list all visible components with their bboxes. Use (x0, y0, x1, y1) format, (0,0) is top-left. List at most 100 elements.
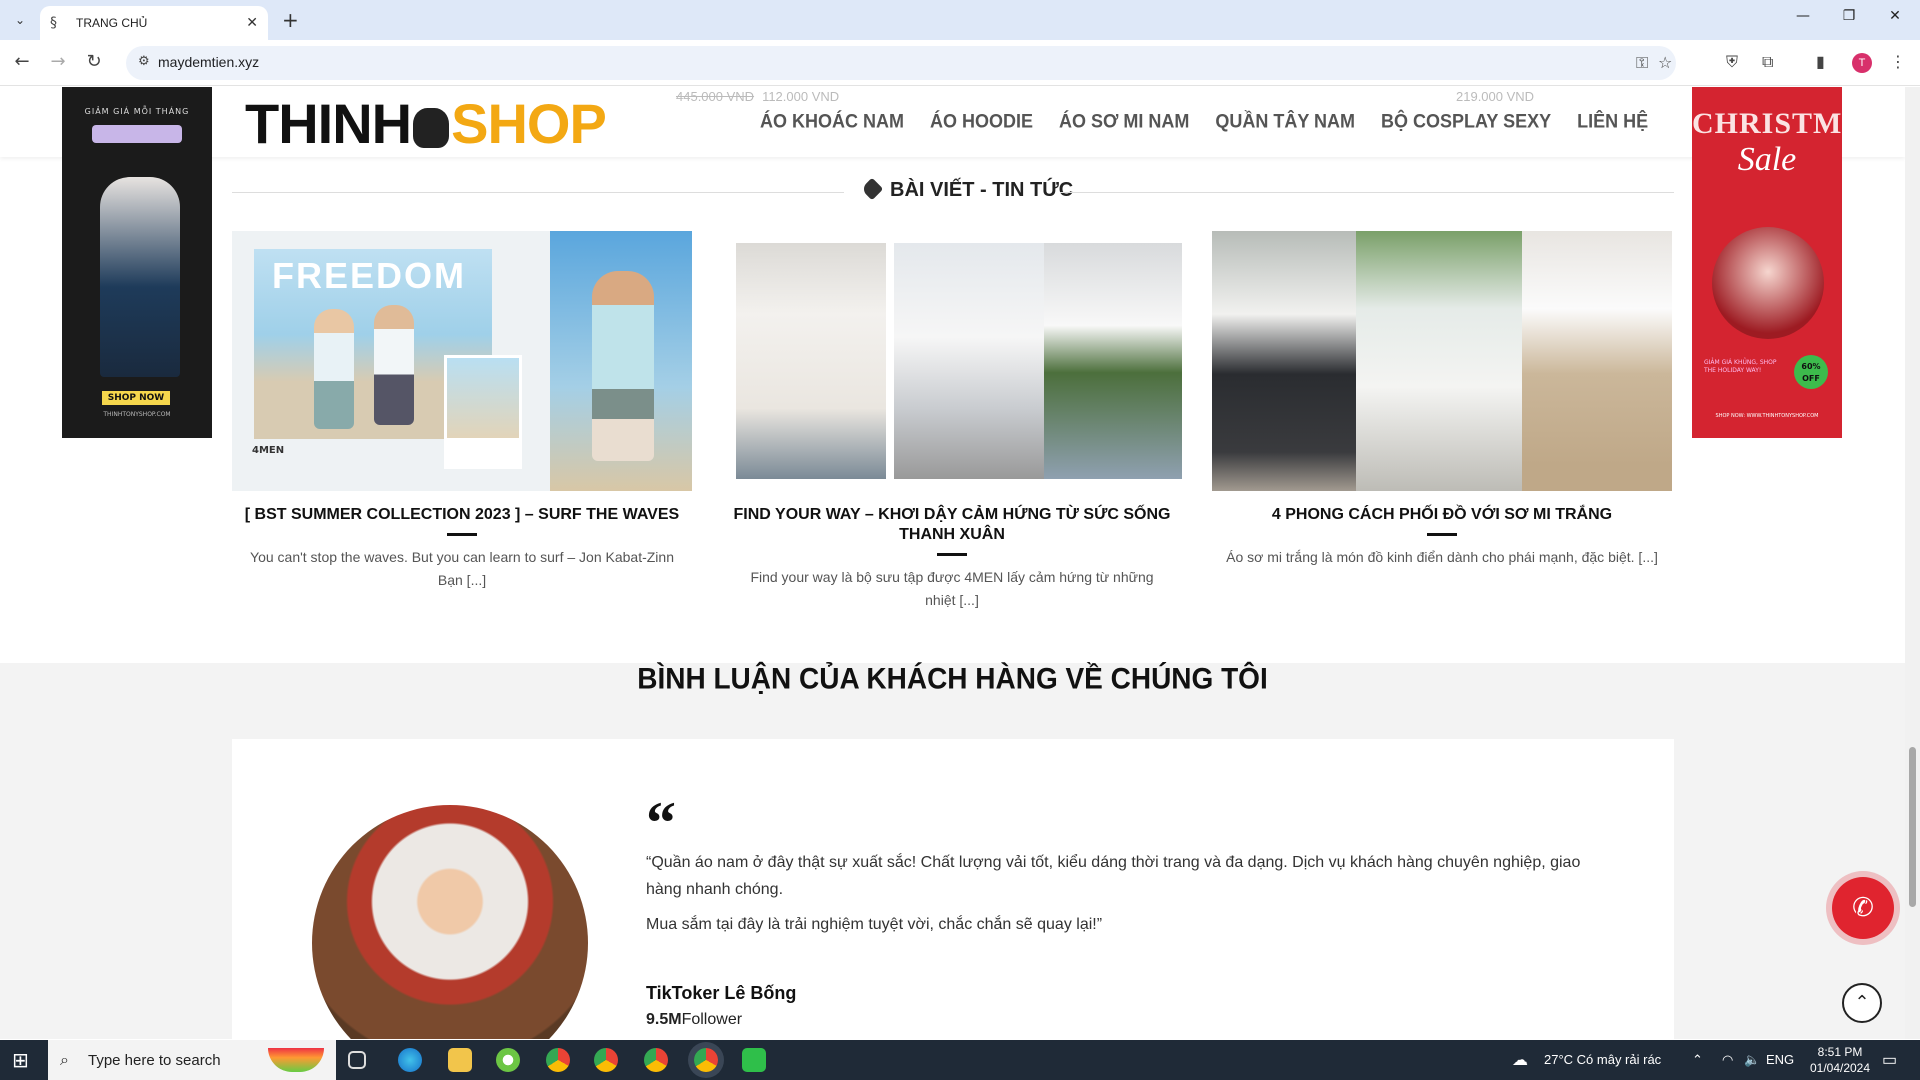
post-thumbnail[interactable]: FREEDOM 4MEN (232, 231, 692, 491)
right-ad-banner[interactable]: CHRISTMAS Sale GIẢM GIÁ KHỦNG, SHOP THE … (1692, 87, 1842, 438)
nav-item-ao-so-mi-nam[interactable]: ÁO SƠ MI NAM (1059, 110, 1189, 133)
weather-text[interactable]: 27°C Có mây rải rác (1544, 1052, 1661, 1067)
thumbnail-brand: 4MEN (252, 445, 285, 456)
nav-item-lien-he[interactable]: LIÊN HỆ (1577, 110, 1648, 133)
site-info-icon[interactable]: ⚙ (138, 54, 150, 69)
scroll-to-top-button[interactable]: ⌃ (1842, 983, 1882, 1023)
address-bar[interactable]: ⚙ maydemtien.xyz ⚿ ☆ (126, 46, 1676, 80)
page-scrollbar[interactable] (1905, 87, 1920, 1039)
notification-icon[interactable]: ▭ (1882, 1050, 1897, 1070)
forward-icon[interactable]: → (46, 51, 70, 72)
windows-start-icon[interactable]: ⊞ (12, 1050, 29, 1070)
tab-title: TRANG CHỦ (76, 16, 148, 30)
tab-search-icon[interactable]: ⌄ (8, 8, 32, 32)
thumbnail-person (314, 309, 354, 429)
language-indicator[interactable]: ENG (1766, 1052, 1794, 1067)
chrome-profile-icon[interactable] (594, 1048, 618, 1072)
search-icon: ⌕ (60, 1050, 69, 1069)
chrome-profile-icon[interactable] (644, 1048, 668, 1072)
title-underline (1427, 533, 1457, 536)
ghost-new-price: 219.000 VND (1456, 89, 1535, 104)
banner-site: THINHTONYSHOP.COM (103, 411, 171, 418)
post-title[interactable]: 4 PHONG CÁCH PHỐI ĐỒ VỚI SƠ MI TRẮNG (1212, 505, 1672, 525)
title-underline (937, 553, 967, 556)
banner-header: GIẢM GIÁ MỖI THÁNG (84, 107, 190, 116)
app-icon[interactable] (496, 1048, 520, 1072)
thumbnail-photo (894, 243, 1044, 479)
search-highlight-icon (268, 1048, 324, 1072)
network-icon[interactable]: ◠ (1722, 1052, 1733, 1068)
page-viewport: BÀI VIẾT - TIN TỨC FREEDOM 4MEN [ BST SU… (0, 87, 1905, 1039)
restore-icon[interactable]: ❐ (1826, 8, 1872, 24)
edge-icon[interactable] (398, 1048, 422, 1072)
shield-extension-icon[interactable]: ⛨ (1726, 52, 1738, 72)
side-panel-icon[interactable]: ▮ (1816, 52, 1825, 71)
task-view-icon[interactable] (348, 1051, 366, 1069)
thumbnail-person (374, 305, 414, 425)
chrome-active-icon[interactable] (694, 1048, 718, 1072)
url-text[interactable]: maydemtien.xyz (158, 54, 259, 70)
post-thumbnail[interactable] (1212, 231, 1672, 491)
followers-label: Follower (681, 1011, 743, 1028)
browser-tab[interactable]: § TRANG CHỦ ✕ (40, 6, 268, 40)
reviewer-followers: 9.5MFollower (646, 1011, 742, 1029)
browser-toolbar: ← → ↻ ⚙ maydemtien.xyz ⚿ ☆ ⛨ ⧉ ▮ ⋮ (0, 40, 1920, 86)
ghost-new-price: 112.000 VND (762, 89, 840, 104)
post-excerpt: Áo sơ mi trắng là món đồ kinh điển dành … (1226, 549, 1658, 565)
back-icon[interactable]: ← (10, 51, 34, 72)
nav-item-quan-tay-nam[interactable]: QUẦN TÂY NAM (1215, 110, 1355, 133)
password-key-icon[interactable]: ⚿ (1636, 53, 1648, 73)
site-favicon-icon: § (50, 15, 57, 31)
posts-section-title-text: BÀI VIẾT - TIN TỨC (890, 179, 1074, 201)
nav-item-ao-hoodie[interactable]: ÁO HOODIE (930, 110, 1033, 133)
site-logo[interactable]: THINH SHOP (245, 91, 607, 156)
title-divider-right (1060, 192, 1674, 193)
post-excerpt: You can't stop the waves. But you can le… (250, 549, 674, 588)
nav-item-bo-cosplay-sexy[interactable]: BỘ COSPLAY SEXY (1381, 110, 1551, 133)
post-card[interactable]: FREEDOM 4MEN [ BST SUMMER COLLECTION 202… (232, 231, 692, 592)
site-header: 445.000 VND 112.000 VND 219.000 VND THINH… (0, 87, 1905, 157)
reload-icon[interactable]: ↻ (82, 51, 106, 72)
banner-model-photo (1712, 227, 1824, 339)
file-explorer-icon[interactable] (448, 1048, 472, 1072)
nav-item-ao-khoac-nam[interactable]: ÁO KHOÁC NAM (760, 110, 904, 133)
thumbnail-inset-photo (444, 355, 522, 469)
windows-taskbar: ⊞ ⌕ Type here to search ☁ 27°C Có mây rả… (0, 1040, 1920, 1080)
chrome-icon[interactable] (546, 1048, 570, 1072)
taskbar-clock[interactable]: 8:51 PM 01/04/2024 (1808, 1044, 1872, 1076)
contact-chat-button[interactable]: ✆ (1832, 877, 1894, 939)
weather-icon[interactable]: ☁ (1512, 1050, 1528, 1070)
scrollbar-thumb[interactable] (1909, 747, 1916, 907)
thumbnail-photo (736, 243, 886, 479)
camtasia-icon[interactable] (742, 1048, 766, 1072)
menu-kebab-icon[interactable]: ⋮ (1890, 52, 1906, 71)
tab-close-icon[interactable]: ✕ (246, 15, 258, 31)
clock-date: 01/04/2024 (1809, 1061, 1871, 1075)
ghost-price: 445.000 VND 112.000 VND (676, 89, 839, 104)
volume-icon[interactable]: 🔈 (1744, 1052, 1760, 1068)
post-card[interactable]: 4 PHONG CÁCH PHỐI ĐỒ VỚI SƠ MI TRẮNG Áo … (1212, 231, 1672, 569)
bookmark-star-icon[interactable]: ☆ (1658, 53, 1672, 72)
left-ad-banner[interactable]: GIẢM GIÁ MỖI THÁNG SHOP NOW THINHTONYSHO… (62, 87, 212, 438)
extensions-icon[interactable]: ⧉ (1762, 52, 1773, 72)
taskbar-search[interactable]: ⌕ Type here to search (48, 1040, 336, 1080)
thumbnail-photo (1356, 231, 1522, 491)
thumbnail-photo (1212, 231, 1356, 491)
banner-tagline: GIẢM GIÁ KHỦNG, SHOP THE HOLIDAY WAY! (1704, 359, 1777, 374)
minimize-icon[interactable]: — (1780, 8, 1826, 24)
banner-pill (92, 125, 182, 143)
posts-section-header: BÀI VIẾT - TIN TỨC (232, 177, 1674, 205)
title-divider-left (232, 192, 844, 193)
post-title[interactable]: [ BST SUMMER COLLECTION 2023 ] – SURF TH… (232, 505, 692, 525)
new-tab-icon[interactable]: + (282, 8, 299, 32)
shop-now-button[interactable]: SHOP NOW (102, 391, 170, 405)
post-title[interactable]: FIND YOUR WAY – KHƠI DẬY CẢM HỨNG TỪ SỨC… (722, 505, 1182, 545)
post-card[interactable]: FIND YOUR WAY – KHƠI DẬY CẢM HỨNG TỪ SỨC… (722, 231, 1182, 612)
close-window-icon[interactable]: ✕ (1872, 8, 1918, 24)
browser-tab-bar: ⌄ § TRANG CHỦ ✕ + — ❐ ✕ (0, 0, 1920, 40)
post-thumbnail[interactable] (722, 231, 1182, 491)
tag-icon (860, 177, 884, 201)
tray-overflow-icon[interactable]: ⌃ (1692, 1052, 1703, 1068)
profile-avatar[interactable]: T (1852, 53, 1872, 73)
quote-icon: “ (646, 790, 676, 856)
